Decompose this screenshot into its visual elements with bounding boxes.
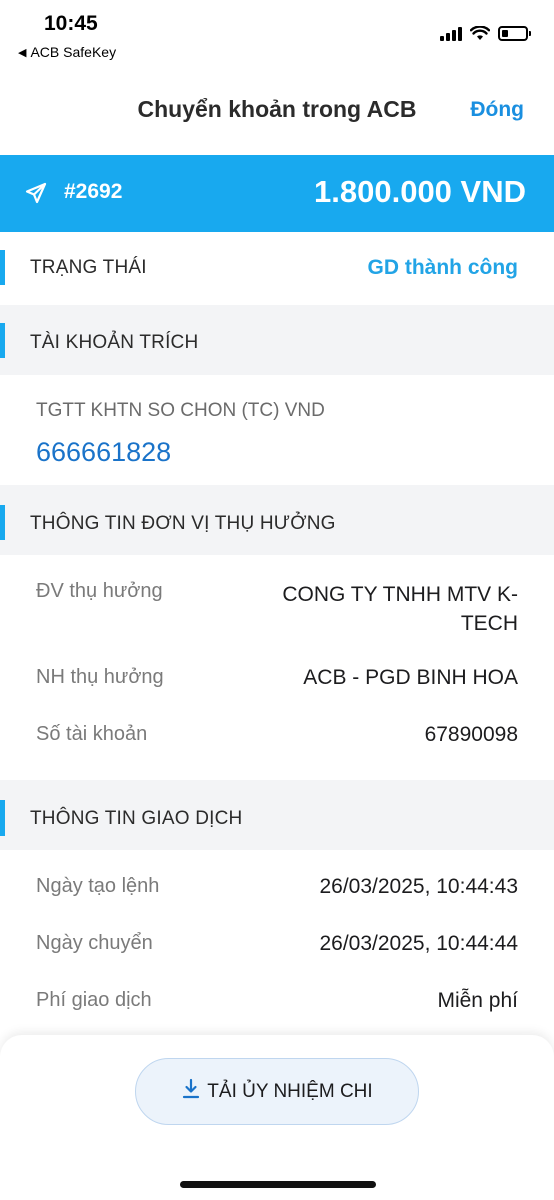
section-accent-bar	[0, 800, 5, 836]
source-account-number: 666661828	[36, 437, 172, 467]
section-accent-bar	[0, 505, 5, 540]
download-button-label: TẢI ỦY NHIỆM CHI	[207, 1080, 373, 1102]
wifi-icon	[470, 26, 490, 41]
battery-icon	[498, 26, 531, 41]
beneficiary-name-line2: TECH	[460, 612, 518, 635]
beneficiary-header: THÔNG TIN ĐƠN VỊ THỤ HƯỞNG	[0, 485, 554, 555]
clock: 10:45	[44, 12, 98, 35]
transaction-banner: #2692 1.800.000 VND	[0, 155, 554, 232]
back-to-app-link[interactable]: ◀ ACB SafeKey	[18, 44, 116, 60]
created-date-value: 26/03/2025, 10:44:43	[319, 875, 518, 898]
system-icons	[440, 26, 531, 41]
send-icon	[24, 181, 48, 210]
account-number-label: Số tài khoản	[36, 723, 148, 745]
close-button[interactable]: Đóng	[470, 98, 524, 122]
back-triangle-icon: ◀	[18, 46, 27, 59]
home-indicator[interactable]	[180, 1181, 376, 1188]
source-account-name: TGTT KHTN SO CHON (TC) VND	[36, 400, 325, 421]
download-payment-order-button[interactable]: TẢI ỦY NHIỆM CHI	[135, 1058, 419, 1125]
fee-value: Miễn phí	[437, 989, 518, 1012]
section-title: THÔNG TIN ĐƠN VỊ THỤ HƯỞNG	[30, 513, 336, 534]
section-accent-bar	[0, 250, 5, 285]
source-account-header: TÀI KHOẢN TRÍCH	[0, 305, 554, 375]
beneficiary-name-line1: CONG TY TNHH MTV K-	[282, 583, 518, 606]
transfer-detail-screen: 10:45 ◀ ACB SafeKey Chuyển khoản trong A…	[0, 0, 554, 1200]
section-accent-bar	[0, 323, 5, 358]
transfer-date-label: Ngày chuyển	[36, 932, 153, 954]
section-title: TÀI KHOẢN TRÍCH	[30, 332, 199, 353]
transfer-date-value: 26/03/2025, 10:44:44	[319, 932, 518, 955]
beneficiary-bank-label: NH thụ hưởng	[36, 666, 164, 688]
created-date-label: Ngày tạo lệnh	[36, 875, 160, 897]
navigation-bar: Chuyển khoản trong ACB Đóng	[0, 72, 554, 152]
signal-icon	[440, 26, 462, 41]
bottom-action-sheet: TẢI ỦY NHIỆM CHI	[0, 1035, 554, 1200]
transaction-id: #2692	[64, 180, 123, 203]
beneficiary-bank-value: ACB - PGD BINH HOA	[303, 666, 518, 689]
transfer-amount: 1.800.000 VND	[314, 174, 526, 209]
fee-label: Phí giao dịch	[36, 989, 152, 1011]
transaction-header: THÔNG TIN GIAO DỊCH	[0, 780, 554, 850]
beneficiary-name-label: ĐV thụ hưởng	[36, 580, 163, 602]
account-number-value: 67890098	[424, 723, 518, 746]
back-app-label: ACB SafeKey	[30, 44, 117, 60]
download-icon	[181, 1078, 201, 1105]
status-bar: 10:45 ◀ ACB SafeKey	[0, 0, 554, 72]
section-title: THÔNG TIN GIAO DỊCH	[30, 808, 243, 829]
status-label: TRẠNG THÁI	[30, 257, 147, 278]
beneficiary-name-value: CONG TY TNHH MTV K- TECH	[282, 580, 518, 638]
status-row: TRẠNG THÁI GD thành công	[0, 232, 554, 302]
status-value: GD thành công	[367, 256, 519, 279]
